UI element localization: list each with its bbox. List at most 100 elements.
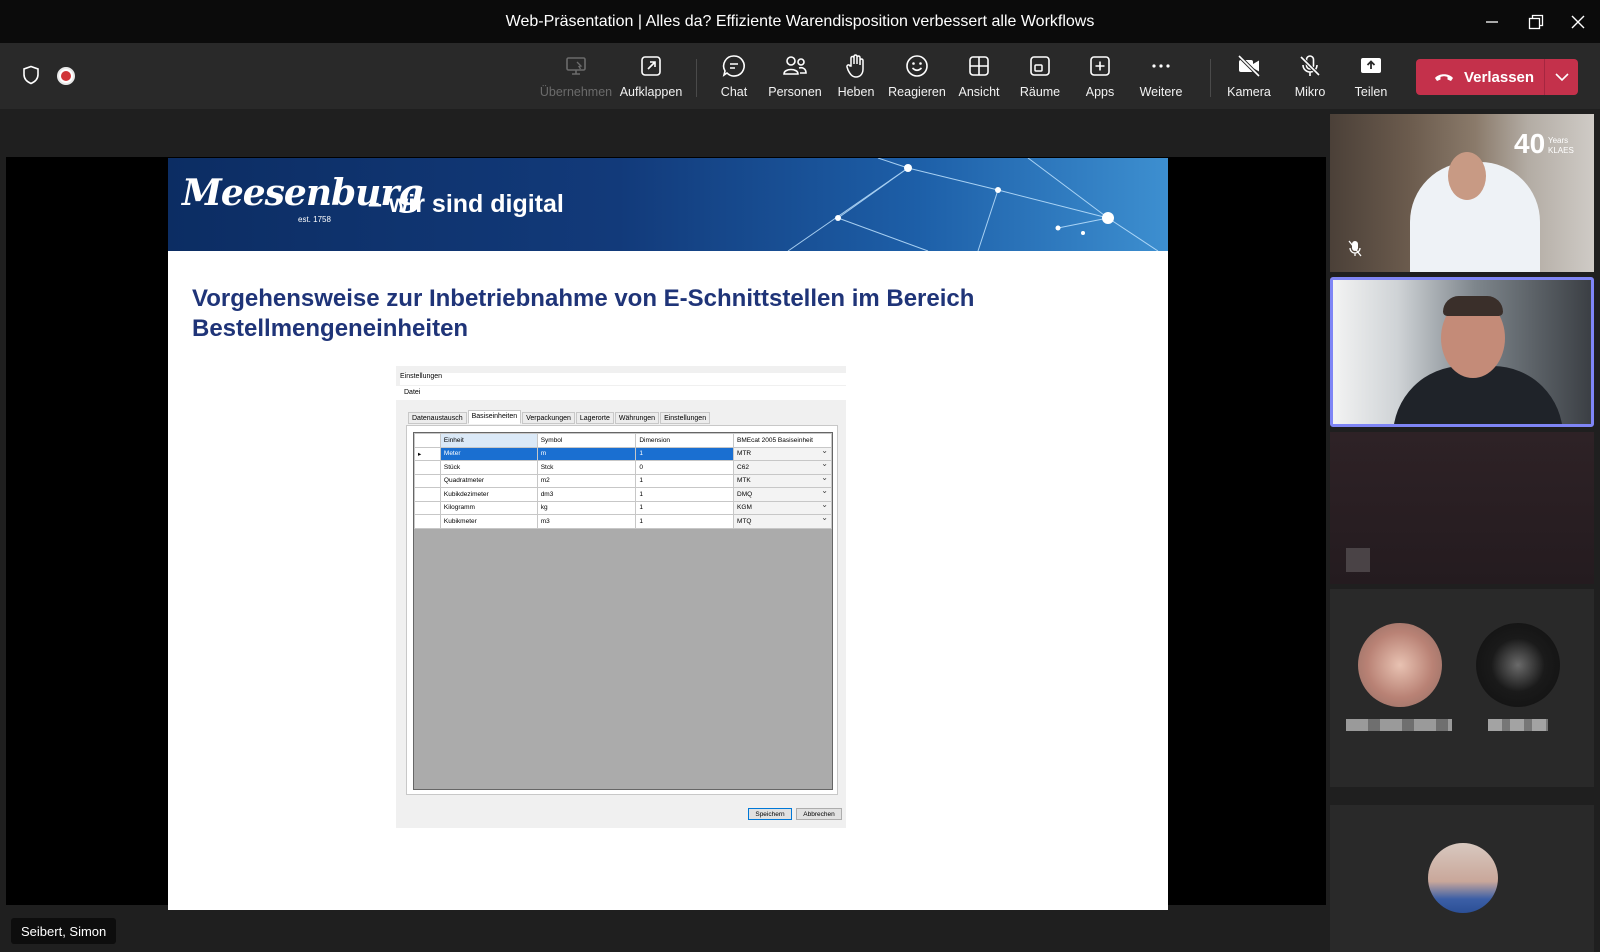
- chat-icon: [722, 55, 745, 77]
- row-marker: [414, 500, 441, 515]
- cell-bmecat: C62: [733, 460, 832, 475]
- people-label: Personen: [768, 85, 822, 99]
- cell-symbol: m3: [536, 514, 637, 529]
- more-label: Weitere: [1139, 85, 1183, 99]
- share-button[interactable]: Teilen: [1332, 53, 1410, 103]
- row-header-cell: [414, 433, 441, 448]
- participant-hair: [1443, 296, 1503, 316]
- row-marker: ▸: [414, 446, 441, 461]
- shield-icon[interactable]: [22, 65, 40, 85]
- cell-symbol: Stck: [536, 460, 637, 475]
- cell-einheit: Kubikmeter: [439, 514, 538, 529]
- dialog-menu-file: Datei: [396, 386, 846, 400]
- participant-head: [1448, 152, 1486, 200]
- cell-symbol: m: [536, 446, 637, 461]
- take-control-icon: [566, 57, 586, 75]
- view-label: Ansicht: [958, 85, 1000, 99]
- share-icon: [1361, 58, 1381, 73]
- table-row: ▸ Meter m 1 MTR: [414, 446, 832, 461]
- mic-off-icon: [1299, 55, 1321, 77]
- participant-video-tile-blurred[interactable]: [1330, 432, 1594, 584]
- presentation-slide: Meesenburg est. 1758 – wir sind digital …: [168, 158, 1168, 910]
- table-header-row: Einheit Symbol Dimension BMEcat 2005 Bas…: [414, 433, 832, 448]
- avatar: [1428, 843, 1498, 913]
- pop-out-button[interactable]: Aufklappen: [612, 53, 690, 103]
- camera-label: Kamera: [1227, 85, 1271, 99]
- cell-einheit: Meter: [439, 446, 538, 461]
- company-logo-est: est. 1758: [298, 215, 331, 224]
- cell-dimension: 1: [635, 487, 735, 502]
- dialog-tab: Einstellungen: [660, 412, 711, 424]
- take-control-label: Übernehmen: [539, 85, 613, 99]
- mic-muted-icon: [1348, 240, 1362, 257]
- cell-bmecat: DMQ: [733, 487, 832, 502]
- hang-up-icon: [1435, 74, 1453, 81]
- participant-name-redacted: [1346, 719, 1452, 731]
- restore-icon: [1528, 14, 1544, 29]
- pixel-block: [1346, 548, 1370, 572]
- react-label: Reagieren: [888, 85, 946, 99]
- cell-dimension: 1: [635, 514, 735, 529]
- raise-hand-icon: [846, 54, 864, 78]
- pop-out-label: Aufklappen: [619, 85, 683, 99]
- network-graphic: [787, 158, 1159, 251]
- column-header: Einheit: [439, 433, 538, 448]
- units-table: Einheit Symbol Dimension BMEcat 2005 Bas…: [414, 433, 832, 529]
- leave-options-button[interactable]: [1545, 59, 1578, 95]
- restore-button[interactable]: [1514, 0, 1558, 43]
- cell-einheit: Kubikdezimeter: [439, 487, 538, 502]
- cell-bmecat: MTQ: [733, 514, 832, 529]
- participant-panel: 40 Years KLAES: [1330, 109, 1600, 952]
- dialog-cancel-button: Abbrechen: [796, 808, 842, 820]
- participant-video-tile-active-speaker[interactable]: [1330, 277, 1594, 427]
- chevron-down-icon: [1554, 73, 1569, 82]
- units-grid: Einheit Symbol Dimension BMEcat 2005 Bas…: [413, 432, 833, 790]
- dialog-tab: Datenaustausch: [408, 412, 467, 424]
- close-button[interactable]: [1556, 0, 1600, 43]
- participant-video-tile[interactable]: 40 Years KLAES: [1330, 114, 1594, 272]
- mic-label: Mikro: [1294, 85, 1326, 99]
- dialog-save-button: Speichern: [748, 808, 792, 820]
- cell-symbol: dm3: [536, 487, 637, 502]
- recording-icon: [57, 67, 75, 85]
- cell-symbol: m2: [536, 473, 637, 488]
- people-icon: [783, 56, 807, 75]
- participant-avatar-tile[interactable]: [1330, 805, 1594, 952]
- share-label: Teilen: [1354, 85, 1388, 99]
- brand-watermark-sub: Years KLAES: [1548, 136, 1574, 155]
- take-control-button[interactable]: Übernehmen: [537, 53, 615, 103]
- minimize-icon: [1486, 20, 1498, 23]
- dialog-tab: Währungen: [614, 412, 660, 424]
- slide-tagline: – wir sind digital: [368, 190, 564, 218]
- dialog-tab: Verpackungen: [522, 412, 575, 424]
- cell-dimension: 1: [635, 500, 735, 515]
- meeting-toolbar: Übernehmen Aufklappen Chat Personen Hebe…: [0, 43, 1600, 109]
- slide-banner: Meesenburg est. 1758 – wir sind digital: [168, 158, 1168, 251]
- row-marker: [414, 473, 441, 488]
- rooms-icon: [1030, 56, 1050, 76]
- leave-label: Verlassen: [1464, 68, 1535, 86]
- dialog-tabs: Datenaustausch Basiseinheiten Verpackung…: [408, 410, 711, 424]
- leave-button[interactable]: Verlassen: [1416, 59, 1544, 95]
- table-row: Kilogramm kg 1 KGM: [414, 500, 832, 515]
- avatar[interactable]: [1358, 623, 1442, 707]
- cell-einheit: Stück: [439, 460, 538, 475]
- table-row: Kubikdezimeter dm3 1 DMQ: [414, 487, 832, 502]
- participant-name-redacted: [1488, 719, 1548, 731]
- chat-label: Chat: [720, 85, 748, 99]
- presenter-name-tag: Seibert, Simon: [11, 918, 117, 944]
- settings-dialog-screenshot: Einstellungen Datei Datenaustausch Basis…: [396, 366, 846, 828]
- react-icon: [906, 55, 928, 77]
- title-bar: Web-Präsentation | Alles da? Effiziente …: [0, 0, 1600, 43]
- view-icon: [969, 56, 989, 76]
- more-button[interactable]: Weitere: [1122, 53, 1200, 103]
- avatar[interactable]: [1476, 623, 1560, 707]
- apps-label: Apps: [1085, 85, 1115, 99]
- leave-button-group: Verlassen: [1416, 59, 1578, 95]
- cell-symbol: kg: [536, 500, 637, 515]
- dialog-tab-panel: Einheit Symbol Dimension BMEcat 2005 Bas…: [406, 425, 838, 795]
- pop-out-icon: [641, 56, 661, 76]
- cell-einheit: Quadratmeter: [439, 473, 538, 488]
- raise-hand-label: Heben: [837, 85, 875, 99]
- minimize-button[interactable]: [1470, 0, 1514, 43]
